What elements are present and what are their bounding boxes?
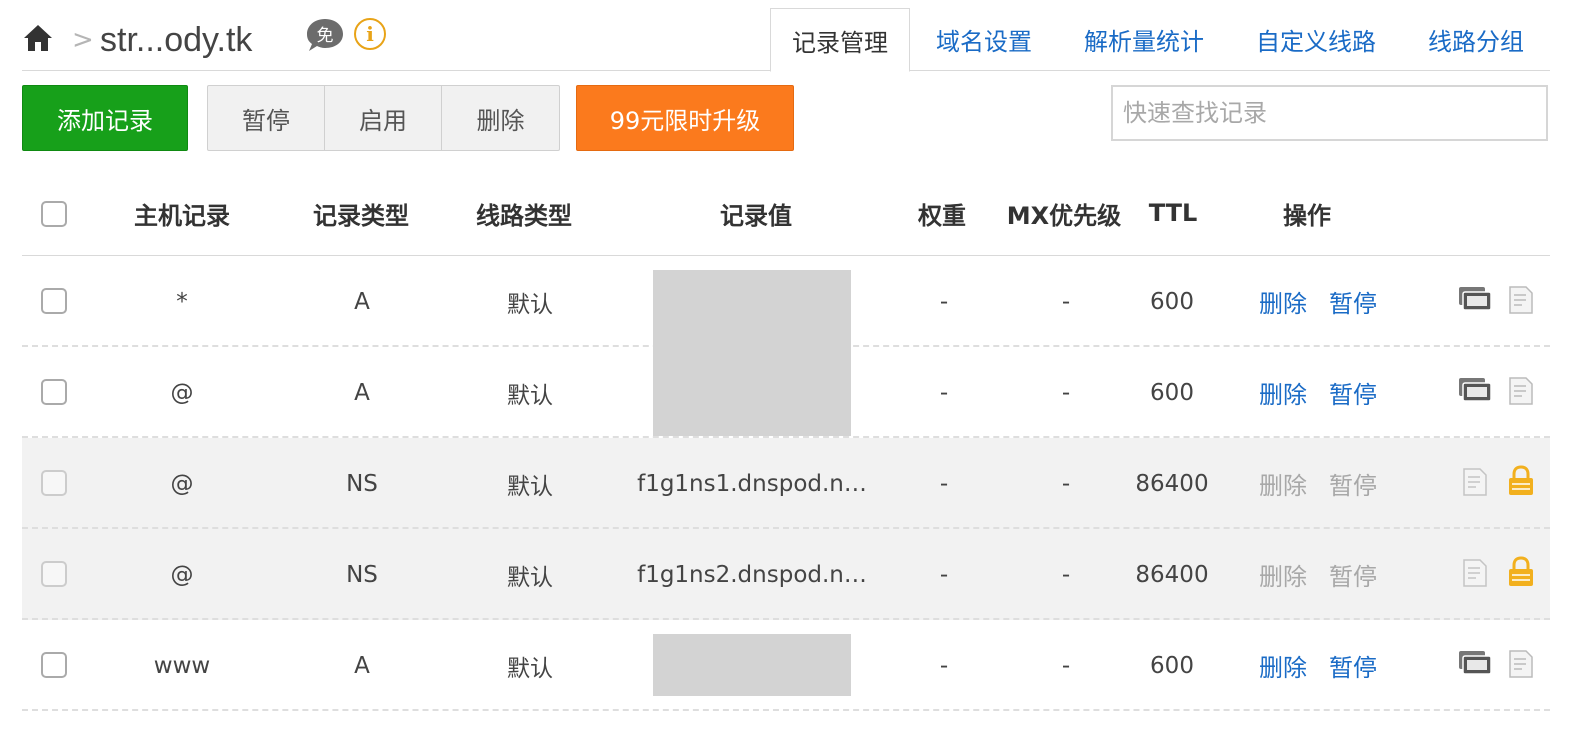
row-delete-link[interactable]: 删除 [1259, 347, 1307, 438]
mx-cell: - [1061, 561, 1071, 588]
mx-cell: - [1061, 652, 1071, 679]
ttl-cell: 600 [1150, 288, 1194, 315]
column-header-line: 线路类型 [476, 201, 572, 230]
weight-cell: - [939, 470, 949, 497]
remark-icon [1463, 559, 1487, 587]
type-cell: NS [346, 470, 378, 497]
type-cell: NS [346, 561, 378, 588]
remark-icon[interactable] [1508, 286, 1534, 314]
tab-records[interactable]: 记录管理 [770, 8, 910, 72]
remark-icon[interactable] [1508, 377, 1534, 405]
table-row: @ NS 默认 f1g1ns1.dnspod.n… - - 86400 删除 暂… [22, 438, 1550, 529]
type-cell: A [354, 652, 370, 679]
toolbar: 添加记录 暂停 启用 删除 99元限时升级 [22, 85, 1550, 151]
line-cell: 默认 [507, 473, 553, 500]
ttl-cell: 600 [1150, 379, 1194, 406]
table-row: www A 默认 - - 600 删除 暂停 [22, 620, 1550, 711]
value-redacted-block [653, 634, 851, 696]
column-header-mx: MX优先级 [1006, 201, 1122, 230]
row-pause-link: 暂停 [1329, 563, 1377, 591]
domain-title: str...ody.tk [100, 21, 253, 59]
row-checkbox[interactable] [41, 652, 67, 678]
row-pause-link: 暂停 [1329, 472, 1377, 500]
enable-button[interactable]: 启用 [325, 86, 442, 150]
ttl-cell: 86400 [1135, 561, 1209, 588]
type-cell: A [354, 288, 370, 315]
host-cell: * [176, 288, 188, 315]
tab-domain-settings[interactable]: 域名设置 [910, 8, 1058, 71]
monitor-icon[interactable] [1458, 286, 1492, 314]
weight-cell: - [939, 561, 949, 588]
info-icon[interactable]: i [354, 18, 386, 50]
line-cell: 默认 [507, 655, 553, 682]
mx-cell: - [1061, 379, 1071, 406]
host-cell: www [153, 652, 211, 679]
column-header-type: 记录类型 [313, 201, 409, 230]
column-header-weight: 权重 [918, 201, 966, 230]
ttl-cell: 86400 [1135, 470, 1209, 497]
row-pause-link[interactable]: 暂停 [1329, 347, 1377, 438]
host-cell: @ [170, 561, 194, 588]
monitor-icon[interactable] [1458, 377, 1492, 405]
weight-cell: - [939, 652, 949, 679]
select-all-checkbox[interactable] [41, 201, 67, 227]
row-delete-link[interactable]: 删除 [1259, 256, 1307, 347]
tab-query-stats[interactable]: 解析量统计 [1058, 8, 1230, 71]
line-cell: 默认 [507, 382, 553, 409]
host-cell: @ [170, 470, 194, 497]
row-checkbox [41, 470, 67, 496]
column-header-host: 主机记录 [134, 201, 230, 230]
records-table: 主机记录 记录类型 线路类型 记录值 权重 MX优先级 TTL 操作 * A 默… [22, 170, 1550, 711]
page-header: > str...ody.tk 免 i 记录管理 域名设置 解析量统计 自定义线路… [22, 0, 1550, 72]
free-badge-label: 免 [317, 26, 334, 46]
type-cell: A [354, 379, 370, 406]
tab-line-groups[interactable]: 线路分组 [1402, 8, 1550, 71]
row-pause-link[interactable]: 暂停 [1329, 620, 1377, 711]
search-input[interactable] [1111, 85, 1548, 141]
lock-icon [1509, 465, 1533, 495]
home-icon[interactable] [22, 22, 54, 54]
row-delete-link: 删除 [1259, 563, 1307, 591]
value-redacted-block [653, 270, 851, 436]
row-checkbox [41, 561, 67, 587]
column-header-value: 记录值 [720, 201, 792, 230]
host-cell: @ [170, 379, 194, 406]
row-delete-link: 删除 [1259, 472, 1307, 500]
row-delete-link[interactable]: 删除 [1259, 620, 1307, 711]
weight-cell: - [939, 379, 949, 406]
mx-cell: - [1061, 470, 1071, 497]
monitor-icon[interactable] [1458, 650, 1492, 678]
weight-cell: - [939, 288, 949, 315]
pause-button[interactable]: 暂停 [208, 86, 325, 150]
column-header-ops: 操作 [1283, 201, 1331, 230]
remark-icon [1463, 468, 1487, 496]
table-row: @ NS 默认 f1g1ns2.dnspod.n… - - 86400 删除 暂… [22, 529, 1550, 620]
batch-action-group: 暂停 启用 删除 [207, 85, 560, 151]
upgrade-button[interactable]: 99元限时升级 [576, 85, 794, 151]
row-checkbox[interactable] [41, 379, 67, 405]
remark-icon[interactable] [1508, 650, 1534, 678]
tab-custom-lines[interactable]: 自定义线路 [1230, 8, 1402, 71]
ttl-cell: 600 [1150, 652, 1194, 679]
column-header-ttl: TTL [1148, 199, 1198, 227]
delete-button[interactable]: 删除 [442, 86, 559, 150]
mx-cell: - [1061, 288, 1071, 315]
row-checkbox[interactable] [41, 288, 67, 314]
row-pause-link[interactable]: 暂停 [1329, 256, 1377, 347]
value-cell: f1g1ns2.dnspod.n… [637, 561, 867, 588]
value-cell: f1g1ns1.dnspod.n… [637, 470, 867, 497]
line-cell: 默认 [507, 291, 553, 318]
free-badge-icon: 免 [307, 19, 343, 51]
breadcrumb-separator: > [72, 25, 94, 55]
tab-bar: 记录管理 域名设置 解析量统计 自定义线路 线路分组 [770, 8, 1550, 72]
table-row: * A 默认 - - 600 删除 暂停 [22, 256, 1550, 436]
line-cell: 默认 [507, 564, 553, 591]
add-record-button[interactable]: 添加记录 [22, 85, 188, 151]
table-header: 主机记录 记录类型 线路类型 记录值 权重 MX优先级 TTL 操作 [22, 170, 1550, 256]
lock-icon [1509, 556, 1533, 586]
